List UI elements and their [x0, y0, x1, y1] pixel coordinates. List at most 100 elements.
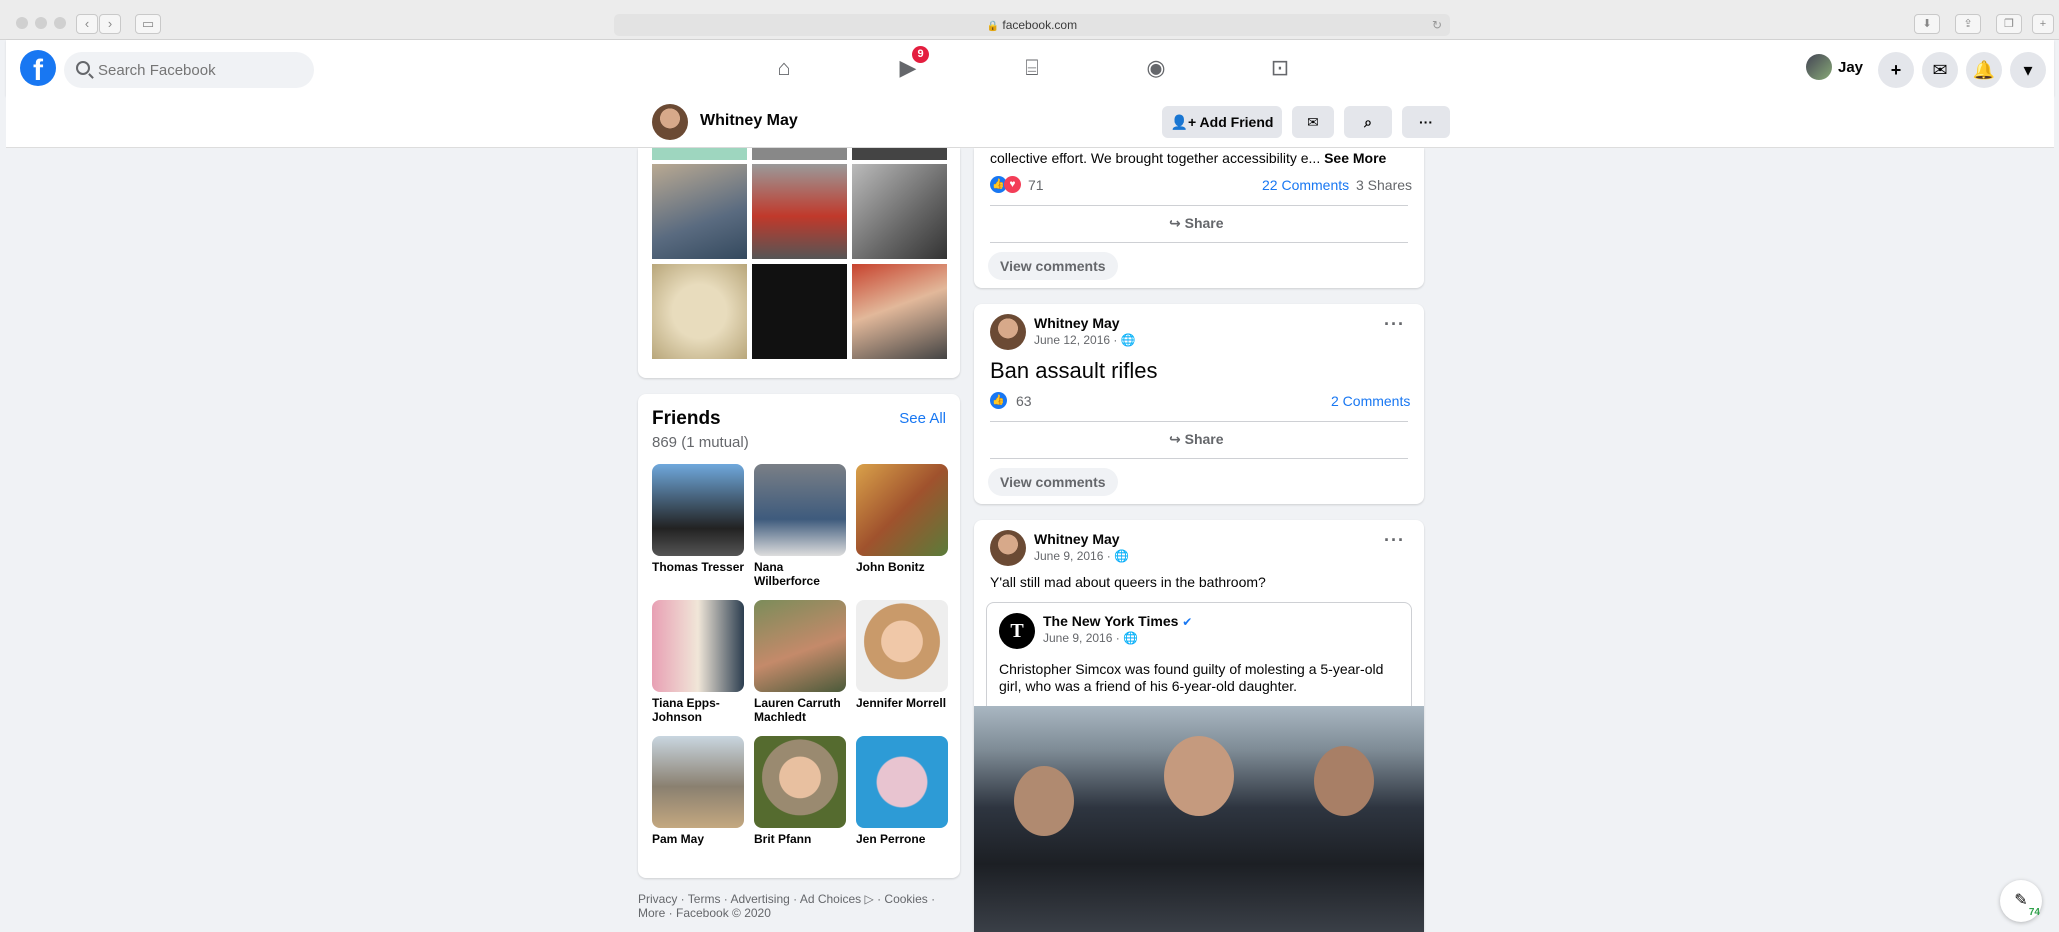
zoom-window-button[interactable] [54, 17, 66, 29]
sidebar-icon[interactable]: ▭ [135, 14, 161, 34]
search-profile-button[interactable]: ⌕ [1344, 106, 1392, 138]
friend-tile[interactable]: Pam May [652, 736, 746, 846]
friend-photo [652, 464, 744, 556]
post-date[interactable]: June 9, 2016 · 🌐 [1034, 549, 1129, 563]
post-date[interactable]: June 12, 2016 · 🌐 [1034, 333, 1136, 347]
share-icon: ↪ [1169, 431, 1181, 447]
friend-tile[interactable]: Lauren Carruth Machledt [754, 600, 848, 724]
post-text: Y'all still mad about queers in the bath… [990, 574, 1266, 590]
more-options-button[interactable]: ··· [1402, 106, 1450, 138]
new-tab-icon[interactable]: + [2032, 14, 2054, 34]
friend-tile[interactable]: Thomas Tresser [652, 464, 746, 574]
globe-icon: 🌐 [1123, 631, 1139, 645]
like-reaction-icon: 👍 [990, 392, 1007, 409]
groups-icon[interactable]: ◉ [1126, 50, 1186, 86]
compose-icon: ✎ [2014, 892, 2028, 909]
photo-thumbnail[interactable] [752, 148, 847, 160]
profile-name[interactable]: Whitney May [700, 112, 798, 130]
reaction-count[interactable]: 63 [1016, 393, 1032, 409]
share-icon[interactable]: ⇪ [1955, 14, 1981, 34]
share-button[interactable]: ↪ Share [1169, 215, 1224, 232]
see-more-link[interactable]: See More [1324, 150, 1386, 166]
post-options-icon[interactable]: ··· [1384, 530, 1405, 551]
post-header: Whitney May June 9, 2016 · 🌐 [1034, 531, 1129, 563]
photo-thumbnail[interactable] [752, 264, 847, 359]
watch-icon[interactable]: ▶ 9 [878, 46, 938, 86]
post-author[interactable]: Whitney May [1034, 315, 1136, 331]
close-window-button[interactable] [16, 17, 28, 29]
create-button[interactable]: + [1878, 52, 1914, 88]
photo-thumbnail[interactable] [652, 148, 747, 160]
photo-thumbnail[interactable] [852, 148, 947, 160]
post-card: Whitney May June 9, 2016 · 🌐 ··· Y'all s… [974, 520, 1424, 932]
add-friend-button[interactable]: 👤+ Add Friend [1162, 106, 1282, 138]
friend-tile[interactable]: Tiana Epps-Johnson [652, 600, 746, 724]
marketplace-icon[interactable]: ⌸ [1002, 50, 1062, 86]
message-button[interactable]: ✉ [1292, 106, 1334, 138]
post-author[interactable]: Whitney May [1034, 531, 1129, 547]
friend-photo [856, 600, 948, 692]
add-friend-icon: 👤+ [1170, 114, 1197, 130]
verified-badge-icon: ✔ [1182, 615, 1193, 629]
nyt-logo-icon[interactable]: T [999, 613, 1035, 649]
shared-post-text: Christopher Simcox was found guilty of m… [999, 661, 1384, 694]
shared-source[interactable]: The New York Times ✔ [1043, 613, 1192, 629]
address-bar[interactable]: 🔒 facebook.com ↻ [614, 14, 1450, 36]
photo-thumbnail[interactable] [652, 164, 747, 259]
downloads-icon[interactable]: ⬇ [1914, 14, 1940, 34]
url-text: facebook.com [1002, 18, 1078, 32]
back-icon[interactable]: ‹ [76, 14, 98, 34]
see-all-link[interactable]: See All [899, 410, 946, 427]
comments-count[interactable]: 2 Comments [1331, 393, 1410, 409]
search-icon [76, 61, 90, 75]
avatar[interactable] [652, 104, 688, 140]
post-date-text: June 12, 2016 · [1034, 333, 1118, 347]
friend-tile[interactable]: Jennifer Morrell [856, 600, 950, 710]
forward-icon[interactable]: › [99, 14, 121, 34]
messenger-icon[interactable]: ✉ [1922, 52, 1958, 88]
friend-tile[interactable]: Brit Pfann [754, 736, 848, 846]
share-button[interactable]: ↪ Share [1169, 431, 1224, 448]
friend-name: Brit Pfann [754, 832, 812, 846]
view-comments-button[interactable]: View comments [988, 468, 1118, 496]
post-text: Ban assault rifles [990, 358, 1158, 383]
globe-icon: 🌐 [1120, 333, 1136, 347]
photo-thumbnail[interactable] [652, 264, 747, 359]
gaming-icon[interactable]: ⊡ [1250, 50, 1310, 86]
notifications-icon[interactable]: 🔔 [1966, 52, 2002, 88]
account-menu-icon[interactable]: ▾ [2010, 52, 2046, 88]
home-icon[interactable]: ⌂ [754, 50, 814, 86]
shared-post-image[interactable] [974, 706, 1424, 932]
avatar[interactable] [990, 314, 1026, 350]
minimize-window-button[interactable] [35, 17, 47, 29]
post-options-icon[interactable]: ··· [1384, 314, 1405, 335]
footer-line[interactable]: Privacy · Terms · Advertising · Ad Choic… [638, 892, 958, 906]
shared-date[interactable]: June 9, 2016 · 🌐 [1043, 631, 1192, 645]
friends-card: Friends 869 (1 mutual) See All Thomas Tr… [638, 394, 960, 878]
friend-photo [652, 736, 744, 828]
photo-thumbnail[interactable] [852, 264, 947, 359]
tabs-icon[interactable]: ❐ [1996, 14, 2022, 34]
photo-thumbnail[interactable] [752, 164, 847, 259]
avatar[interactable] [990, 530, 1026, 566]
friend-photo [754, 600, 846, 692]
footer-line[interactable]: More · Facebook © 2020 [638, 906, 958, 920]
reaction-count[interactable]: 71 [1028, 177, 1044, 193]
photo-thumbnail[interactable] [852, 164, 947, 259]
friend-name: Jen Perrone [856, 832, 926, 846]
post-text: collective effort. We brought together a… [990, 150, 1386, 166]
friend-tile[interactable]: John Bonitz [856, 464, 950, 574]
search-input[interactable] [98, 52, 298, 88]
reload-icon[interactable]: ↻ [1432, 14, 1442, 36]
search-box[interactable] [64, 52, 314, 88]
facebook-logo[interactable]: f [20, 50, 56, 86]
friend-tile[interactable]: Nana Wilberforce [754, 464, 848, 588]
shares-count[interactable]: 3 Shares [1356, 177, 1412, 193]
friend-tile[interactable]: Jen Perrone [856, 736, 950, 846]
facebook-navbar: f ⌂ ▶ 9 ⌸ ◉ ⊡ Jay + ✉ 🔔 ▾ [6, 40, 2054, 96]
comments-count[interactable]: 22 Comments [1262, 177, 1349, 193]
shared-post[interactable]: T The New York Times ✔ June 9, 2016 · 🌐 … [986, 602, 1412, 712]
view-comments-button[interactable]: View comments [988, 252, 1118, 280]
post-body: collective effort. We brought together a… [990, 150, 1321, 166]
new-message-button[interactable]: ✎ 74 [2000, 880, 2042, 922]
